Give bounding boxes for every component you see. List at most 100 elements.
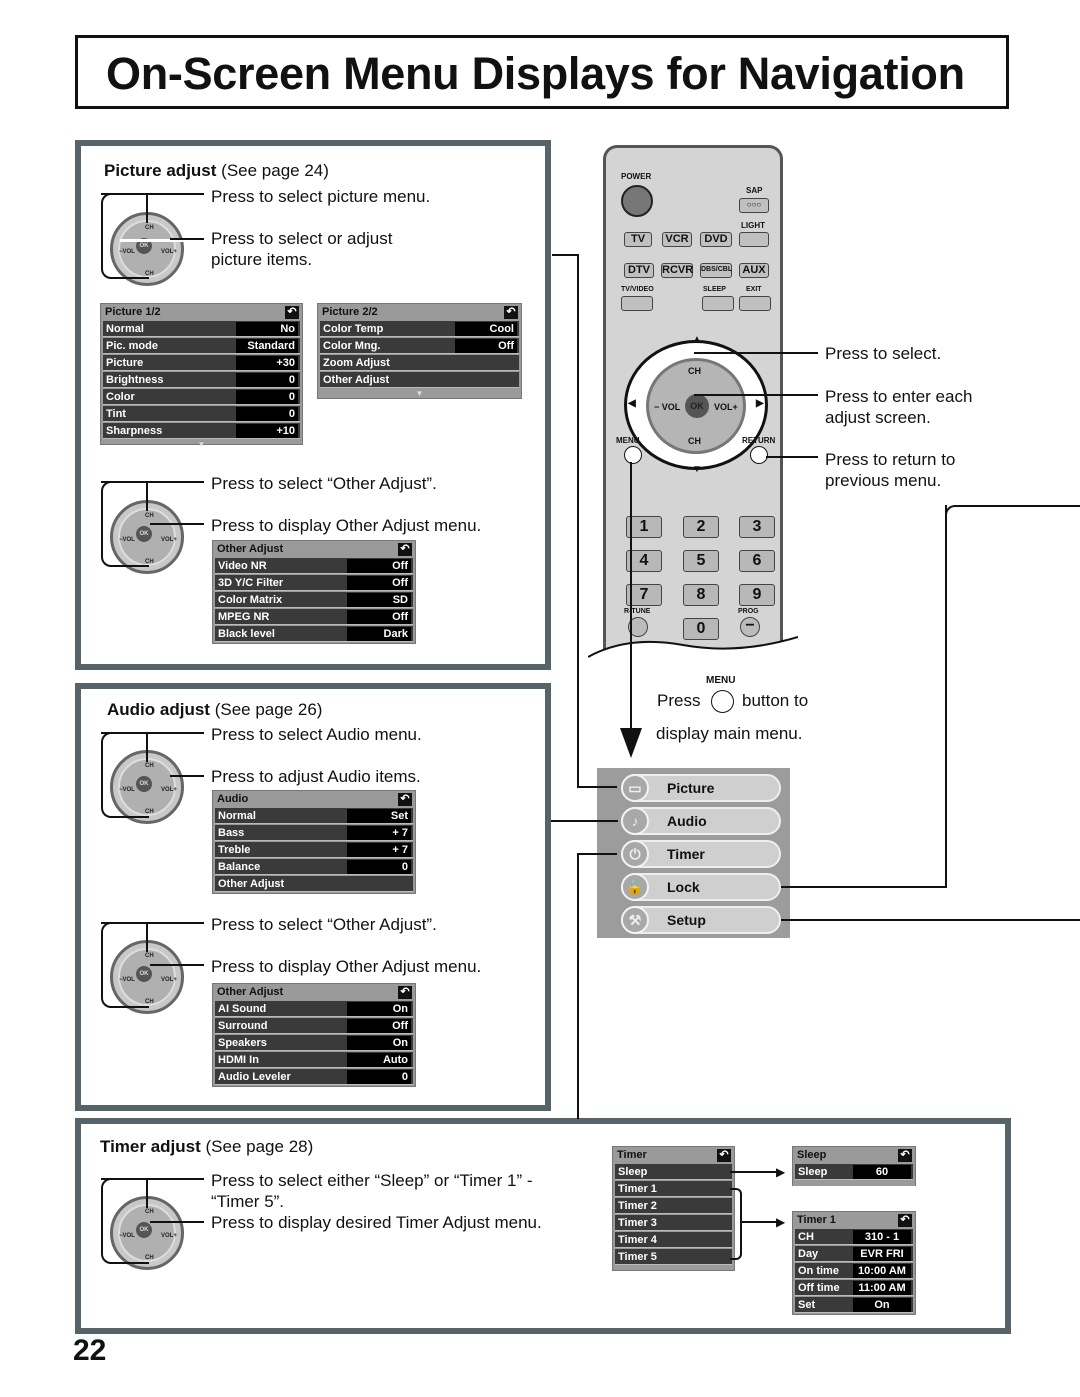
number-button-5[interactable]: 5 xyxy=(683,550,719,572)
light-button[interactable] xyxy=(739,232,769,247)
vcr-button[interactable]: VCR xyxy=(662,232,692,247)
number-button-2[interactable]: 2 xyxy=(683,516,719,538)
menu-row[interactable]: Zoom Adjust xyxy=(320,355,519,371)
number-button-3[interactable]: 3 xyxy=(739,516,775,538)
return-icon[interactable]: ↶ xyxy=(285,306,299,319)
menu-row[interactable]: Bass + 7 xyxy=(215,825,413,841)
menu-row-value: + 7 xyxy=(347,843,411,857)
return-icon[interactable]: ↶ xyxy=(717,1149,731,1162)
menu-row-label: Surround xyxy=(218,1020,268,1032)
up-arrow-icon[interactable]: ▲ xyxy=(692,334,702,345)
sap-button[interactable]: ○○○ xyxy=(739,198,769,213)
dbs-cbl-button[interactable]: DBS/CBL xyxy=(700,263,732,278)
menu-row-value: 60 xyxy=(853,1165,911,1179)
menu-row[interactable]: Set On xyxy=(795,1297,913,1313)
return-icon[interactable]: ↶ xyxy=(898,1149,912,1162)
rcvr-button[interactable]: RCVR xyxy=(661,263,693,278)
menu-row[interactable]: Sleep xyxy=(615,1164,732,1180)
menu-row[interactable]: Surround Off xyxy=(215,1018,413,1034)
return-icon[interactable]: ↶ xyxy=(898,1214,912,1227)
right-arrow-icon[interactable]: ▶ xyxy=(756,398,764,409)
number-button-6[interactable]: 6 xyxy=(739,550,775,572)
ok-button[interactable]: OK xyxy=(685,394,709,418)
menu-row-label: Treble xyxy=(218,844,251,856)
menu-row[interactable]: Balance 0 xyxy=(215,859,413,875)
menu-label: MENU xyxy=(706,675,736,686)
aux-button[interactable]: AUX xyxy=(739,263,769,278)
menu-row[interactable]: 3D Y/C Filter Off xyxy=(215,575,413,591)
page-title: On-Screen Menu Displays for Navigation xyxy=(106,48,965,99)
menu-row[interactable]: Timer 5 xyxy=(615,1249,732,1265)
arrow-down-icon xyxy=(620,728,642,758)
number-button-8[interactable]: 8 xyxy=(683,584,719,606)
menu-row[interactable]: Color Mng. Off xyxy=(320,338,519,354)
menu-row[interactable]: Sharpness +10 xyxy=(103,423,300,439)
sleep-button[interactable] xyxy=(702,296,734,311)
instr-select-timer-2: “Timer 5”. xyxy=(211,1192,285,1211)
menu-row[interactable]: Audio Leveler 0 xyxy=(215,1069,413,1085)
menu-row[interactable]: On time 10:00 AM xyxy=(795,1263,913,1279)
menu-row[interactable]: Treble + 7 xyxy=(215,842,413,858)
return-icon[interactable]: ↶ xyxy=(398,543,412,556)
menu-row-value: 10:00 AM xyxy=(853,1264,911,1278)
menu-row[interactable]: Other Adjust xyxy=(215,876,413,892)
return-icon[interactable]: ↶ xyxy=(398,986,412,999)
main-menu-item-label: Lock xyxy=(667,879,700,895)
main-menu-item-audio[interactable]: ♪ Audio xyxy=(621,807,781,835)
power-button[interactable] xyxy=(621,185,653,217)
menu-row[interactable]: Pic. mode Standard xyxy=(103,338,300,354)
menu-row[interactable]: Video NR Off xyxy=(215,558,413,574)
menu-row[interactable]: Color Matrix SD xyxy=(215,592,413,608)
menu-row[interactable]: Other Adjust xyxy=(320,372,519,388)
menu-row[interactable]: Timer 1 xyxy=(615,1181,732,1197)
menu-row-label: Video NR xyxy=(218,560,267,572)
menu-row[interactable]: MPEG NR Off xyxy=(215,609,413,625)
dvd-button[interactable]: DVD xyxy=(700,232,732,247)
menu-row[interactable]: Speakers On xyxy=(215,1035,413,1051)
power-icon: ⏻ xyxy=(621,840,649,868)
osd-picture-1: Picture 1/2 ↶ Normal No Pic. mode Standard Pi… xyxy=(100,303,303,449)
menu-row-value: Dark xyxy=(347,627,411,641)
menu-row-value: On xyxy=(853,1298,911,1312)
number-button-9[interactable]: 9 xyxy=(739,584,775,606)
tv-video-button[interactable] xyxy=(621,296,653,311)
menu-row[interactable]: Off time 11:00 AM xyxy=(795,1280,913,1296)
menu-row[interactable]: HDMI In Auto xyxy=(215,1052,413,1068)
dtv-button[interactable]: DTV xyxy=(624,263,654,278)
menu-button[interactable] xyxy=(624,446,642,464)
menu-row[interactable]: Color 0 xyxy=(103,389,300,405)
menu-row[interactable]: Timer 2 xyxy=(615,1198,732,1214)
main-menu-item-picture[interactable]: ▭ Picture xyxy=(621,774,781,802)
instr-display-timer: Press to display desired Timer Adjust me… xyxy=(211,1213,542,1232)
menu-row[interactable]: Picture +30 xyxy=(103,355,300,371)
main-menu-item-lock[interactable]: 🔒 Lock xyxy=(621,873,781,901)
menu-row[interactable]: Black level Dark xyxy=(215,626,413,642)
menu-row[interactable]: Color Temp Cool xyxy=(320,321,519,337)
menu-row[interactable]: Tint 0 xyxy=(103,406,300,422)
down-arrow-icon[interactable]: ▼ xyxy=(692,464,702,475)
main-menu-item-setup[interactable]: ⚒ Setup xyxy=(621,906,781,934)
menu-row[interactable]: Brightness 0 xyxy=(103,372,300,388)
tv-icon: ▭ xyxy=(621,774,649,802)
return-button[interactable] xyxy=(750,446,768,464)
instr-select-picture-menu: Press to select picture menu. xyxy=(211,187,431,206)
left-arrow-icon[interactable]: ◀ xyxy=(628,398,636,409)
picture-adjust-heading: Picture adjust (See page 24) xyxy=(104,161,329,180)
menu-row[interactable]: Normal Set xyxy=(215,808,413,824)
return-icon[interactable]: ↶ xyxy=(504,306,518,319)
return-icon[interactable]: ↶ xyxy=(398,793,412,806)
menu-row[interactable]: AI Sound On xyxy=(215,1001,413,1017)
menu-row[interactable]: Timer 4 xyxy=(615,1232,732,1248)
main-menu-item-timer[interactable]: ⏻ Timer xyxy=(621,840,781,868)
menu-row-value: No xyxy=(236,322,298,336)
menu-row[interactable]: CH 310 - 1 xyxy=(795,1229,913,1245)
music-note-icon: ♪ xyxy=(621,807,649,835)
menu-row[interactable]: Timer 3 xyxy=(615,1215,732,1231)
menu-row-value: 11:00 AM xyxy=(853,1281,911,1295)
menu-row[interactable]: Sleep 60 xyxy=(795,1164,913,1180)
exit-button[interactable] xyxy=(739,296,771,311)
menu-row-value: Off xyxy=(347,1019,411,1033)
tv-button[interactable]: TV xyxy=(624,232,652,247)
menu-row[interactable]: Normal No xyxy=(103,321,300,337)
menu-row[interactable]: Day EVR FRI xyxy=(795,1246,913,1262)
